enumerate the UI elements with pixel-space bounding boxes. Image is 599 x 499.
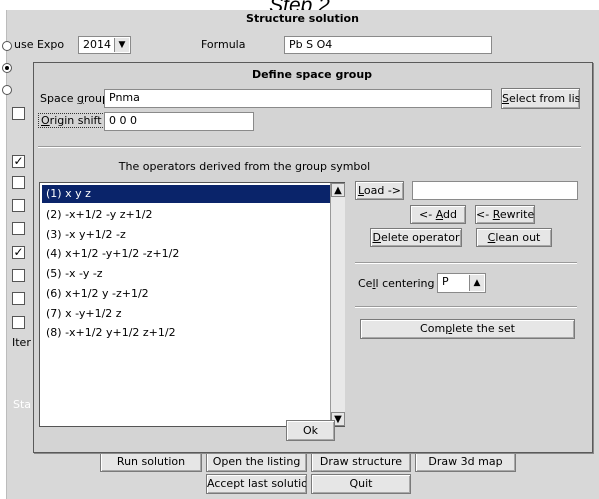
list-item[interactable]: (6) x+1/2 y -z+1/2 — [42, 285, 332, 303]
option-checkbox-1[interactable] — [12, 107, 25, 120]
origin-shift-label: Origin shift — [38, 113, 105, 128]
space-group-input[interactable]: Pnma — [104, 89, 492, 108]
quit-button[interactable]: Quit — [311, 474, 411, 494]
operators-scrollbar[interactable]: ▲ ▼ — [330, 183, 345, 426]
rewrite-button[interactable]: <- Rewrite — [475, 205, 535, 224]
operators-list[interactable]: (1) x y z (2) -x+1/2 -y z+1/2 (3) -x y+1… — [39, 182, 345, 427]
option-checkbox-8[interactable] — [12, 292, 25, 305]
structure-solution-title: Structure solution — [246, 12, 359, 25]
expo-version-select[interactable]: 2014 ▼ — [78, 36, 131, 54]
run-solution-button[interactable]: Run solution — [100, 452, 202, 472]
operators-caption: The operators derived from the group sym… — [118, 160, 371, 173]
option-checkbox-6[interactable]: ✓ — [12, 246, 25, 259]
dialog-separator — [38, 146, 581, 148]
clean-out-button[interactable]: Clean out — [476, 228, 552, 247]
draw-3d-map-button[interactable]: Draw 3d map — [415, 452, 516, 472]
open-listing-button[interactable]: Open the listing — [206, 452, 307, 472]
load-input[interactable] — [412, 181, 578, 200]
option-checkbox-9[interactable] — [12, 316, 25, 329]
option-radio-2[interactable] — [2, 85, 12, 95]
list-item[interactable]: (8) -x+1/2 y+1/2 z+1/2 — [42, 324, 332, 342]
dialog-title: Define space group — [251, 68, 373, 81]
expo-version-value: 2014 — [83, 38, 111, 51]
option-checkbox-4[interactable] — [12, 199, 25, 212]
origin-shift-input[interactable]: 0 0 0 — [104, 112, 254, 131]
list-item[interactable]: (1) x y z — [42, 185, 332, 203]
scroll-up-icon[interactable]: ▲ — [331, 183, 345, 197]
use-expo-label: use Expo — [14, 38, 65, 51]
delete-operator-button[interactable]: Delete operator — [370, 228, 462, 247]
iter-label: Iter — [12, 336, 31, 349]
cell-centering-label: Cell centering — [358, 277, 435, 290]
list-item[interactable]: (7) x -y+1/2 z — [42, 305, 332, 323]
option-checkbox-3[interactable] — [12, 176, 25, 189]
option-checkbox-2[interactable]: ✓ — [12, 155, 25, 168]
formula-label: Formula — [201, 38, 246, 51]
chevron-down-icon[interactable]: ▼ — [114, 38, 129, 52]
right-separator-1 — [355, 262, 577, 264]
add-button[interactable]: <- Add — [410, 205, 466, 224]
list-item[interactable]: (5) -x -y -z — [42, 265, 332, 283]
formula-input[interactable]: Pb S O4 — [284, 36, 492, 54]
list-item[interactable]: (4) x+1/2 -y+1/2 -z+1/2 — [42, 245, 332, 263]
cell-centering-select[interactable]: P ▲ — [437, 273, 486, 293]
chevron-up-icon[interactable]: ▲ — [469, 275, 484, 291]
select-from-list-button[interactable]: Select from list — [501, 88, 580, 109]
option-checkbox-5[interactable] — [12, 222, 25, 235]
load-button[interactable]: Load -> — [355, 181, 404, 200]
ok-button[interactable]: Ok — [286, 420, 335, 441]
accept-last-solution-button[interactable]: Accept last solution — [206, 474, 307, 494]
right-separator-2 — [355, 306, 577, 308]
complete-the-set-button[interactable]: Complete the set — [360, 319, 575, 339]
draw-structure-button[interactable]: Draw structure — [311, 452, 411, 472]
use-expo-radio[interactable] — [2, 41, 12, 51]
space-group-label: Space group — [40, 92, 109, 105]
start-label: Sta — [13, 398, 32, 411]
option-radio-1[interactable] — [2, 63, 12, 73]
option-checkbox-7[interactable] — [12, 269, 25, 282]
cell-centering-value: P — [442, 275, 449, 288]
list-item[interactable]: (2) -x+1/2 -y z+1/2 — [42, 206, 332, 224]
list-item[interactable]: (3) -x y+1/2 -z — [42, 226, 332, 244]
